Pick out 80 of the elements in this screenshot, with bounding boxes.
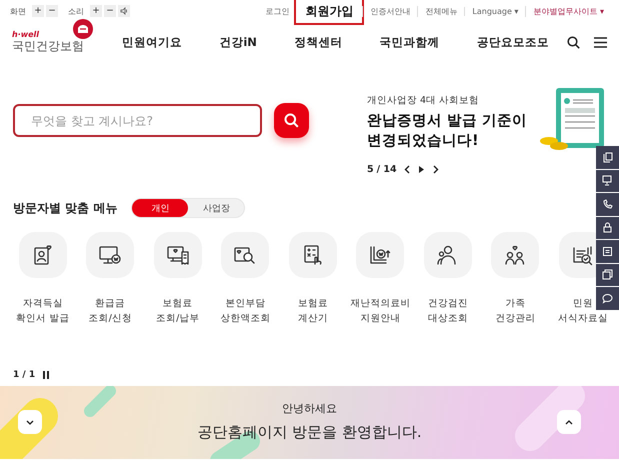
visitor-menu-title: 방문자별 맞춤 메뉴: [13, 200, 118, 216]
document-icon: [602, 152, 613, 163]
logo-tagline: h·well: [12, 30, 40, 39]
lock-button[interactable]: [596, 216, 619, 239]
visitor-tab[interactable]: 사업장: [188, 199, 244, 217]
document-button[interactable]: [596, 146, 619, 168]
chevron-up-icon: [565, 420, 573, 424]
search-field[interactable]: 무엇을 찾고 계시나요?: [13, 104, 262, 137]
won-coin-chart-icon: [368, 244, 392, 266]
play-icon[interactable]: [418, 165, 425, 174]
signup-link[interactable]: 회원가입: [294, 0, 364, 24]
calculator-icon: [302, 244, 324, 266]
phone-icon: [602, 198, 613, 210]
quick-menu-label[interactable]: 보험료 계산기: [298, 296, 328, 326]
search-button[interactable]: [274, 103, 309, 138]
quick-menu-label[interactable]: 민원 서식자료실: [558, 296, 608, 326]
nav-link[interactable]: 민원여기요: [122, 34, 182, 50]
lock-icon: [602, 222, 613, 234]
quick-menu-button[interactable]: [424, 232, 472, 278]
copy-button[interactable]: [596, 264, 619, 286]
visitor-tab[interactable]: 개인: [132, 199, 188, 217]
zoom-out-button[interactable]: −: [46, 5, 58, 17]
utility-link[interactable]: 로그인: [258, 6, 296, 16]
utility-link[interactable]: 인증서안내: [362, 6, 418, 16]
list-button[interactable]: [596, 240, 619, 262]
quick-menu-button[interactable]: [288, 232, 337, 278]
pause-icon[interactable]: [43, 371, 50, 379]
nav-link[interactable]: 정책센터: [294, 34, 342, 50]
list-icon: [602, 246, 613, 257]
quick-menu-button[interactable]: [221, 232, 270, 278]
menu-icon[interactable]: [594, 36, 607, 48]
quick-menu-label[interactable]: 자격득실 확인서 발급: [16, 296, 70, 326]
previous-icon[interactable]: [404, 165, 411, 174]
quick-menu-label[interactable]: 환급금 조회/신청: [88, 296, 132, 326]
certificate-drawing: [539, 86, 605, 152]
monitor-icon: [602, 175, 613, 186]
receipt-icon: [166, 244, 190, 266]
quick-menu-label[interactable]: 본인부담 상한액조회: [220, 296, 270, 326]
utility-link[interactable]: 분야별업무사이트 ▾: [525, 6, 611, 16]
quick-menu-pager: 1 / 1: [13, 370, 36, 380]
quick-menu-button[interactable]: [356, 232, 404, 278]
quick-menu-button[interactable]: [491, 232, 540, 278]
zoom-in-button[interactable]: +: [32, 5, 44, 17]
sound-label: 소리: [68, 6, 84, 16]
banner-greeting: 안녕하세요: [282, 401, 337, 416]
chat-icon: [602, 292, 613, 304]
monitor-button[interactable]: [596, 170, 619, 192]
quick-menu-button[interactable]: [86, 232, 134, 278]
next-icon[interactable]: [432, 165, 439, 174]
phone-button[interactable]: [596, 193, 619, 216]
monitor-icon: [98, 244, 122, 266]
copy-icon: [602, 269, 613, 280]
promo-title[interactable]: 완납증명서 발급 기준이 변경되었습니다!: [367, 111, 537, 151]
quick-menu-label[interactable]: 가족 건강관리: [495, 296, 536, 326]
banner-message: 공단홈페이지 방문을 환영합니다.: [197, 423, 422, 442]
quick-menu-button[interactable]: [18, 232, 67, 278]
utility-link[interactable]: Language ▾: [464, 6, 526, 16]
person-card-icon: [32, 244, 54, 266]
quick-menu-button[interactable]: [154, 232, 202, 278]
document-check-icon: [570, 244, 595, 266]
nav-link[interactable]: 건강iN: [219, 34, 257, 50]
nav-link[interactable]: 국민과함께: [380, 34, 440, 50]
quick-menu-label[interactable]: 보험료 조회/납부: [156, 296, 200, 326]
volume-down-button[interactable]: −: [104, 5, 116, 17]
utility-link[interactable]: 전체메뉴: [417, 6, 464, 16]
search-icon[interactable]: [567, 36, 580, 48]
logo-name[interactable]: 국민건강보험: [12, 39, 84, 54]
chevron-down-icon: [26, 420, 34, 424]
logo-mark-icon: [72, 18, 94, 40]
quick-menu-label[interactable]: 재난적의료비 지원안내: [350, 296, 410, 326]
slide-current: 5: [367, 164, 374, 175]
speaker-icon[interactable]: [118, 5, 130, 17]
search-icon: [284, 113, 299, 128]
slide-total: / 14: [376, 164, 397, 175]
nav-link[interactable]: 공단요모조모: [476, 34, 549, 50]
volume-up-button[interactable]: +: [90, 5, 102, 17]
screen-label: 화면: [10, 6, 26, 16]
promo-eyebrow: 개인사업장 4대 사회보험: [367, 94, 480, 107]
quick-menu-label[interactable]: 건강검진 대상조회: [428, 296, 468, 326]
chat-button[interactable]: [596, 287, 619, 310]
